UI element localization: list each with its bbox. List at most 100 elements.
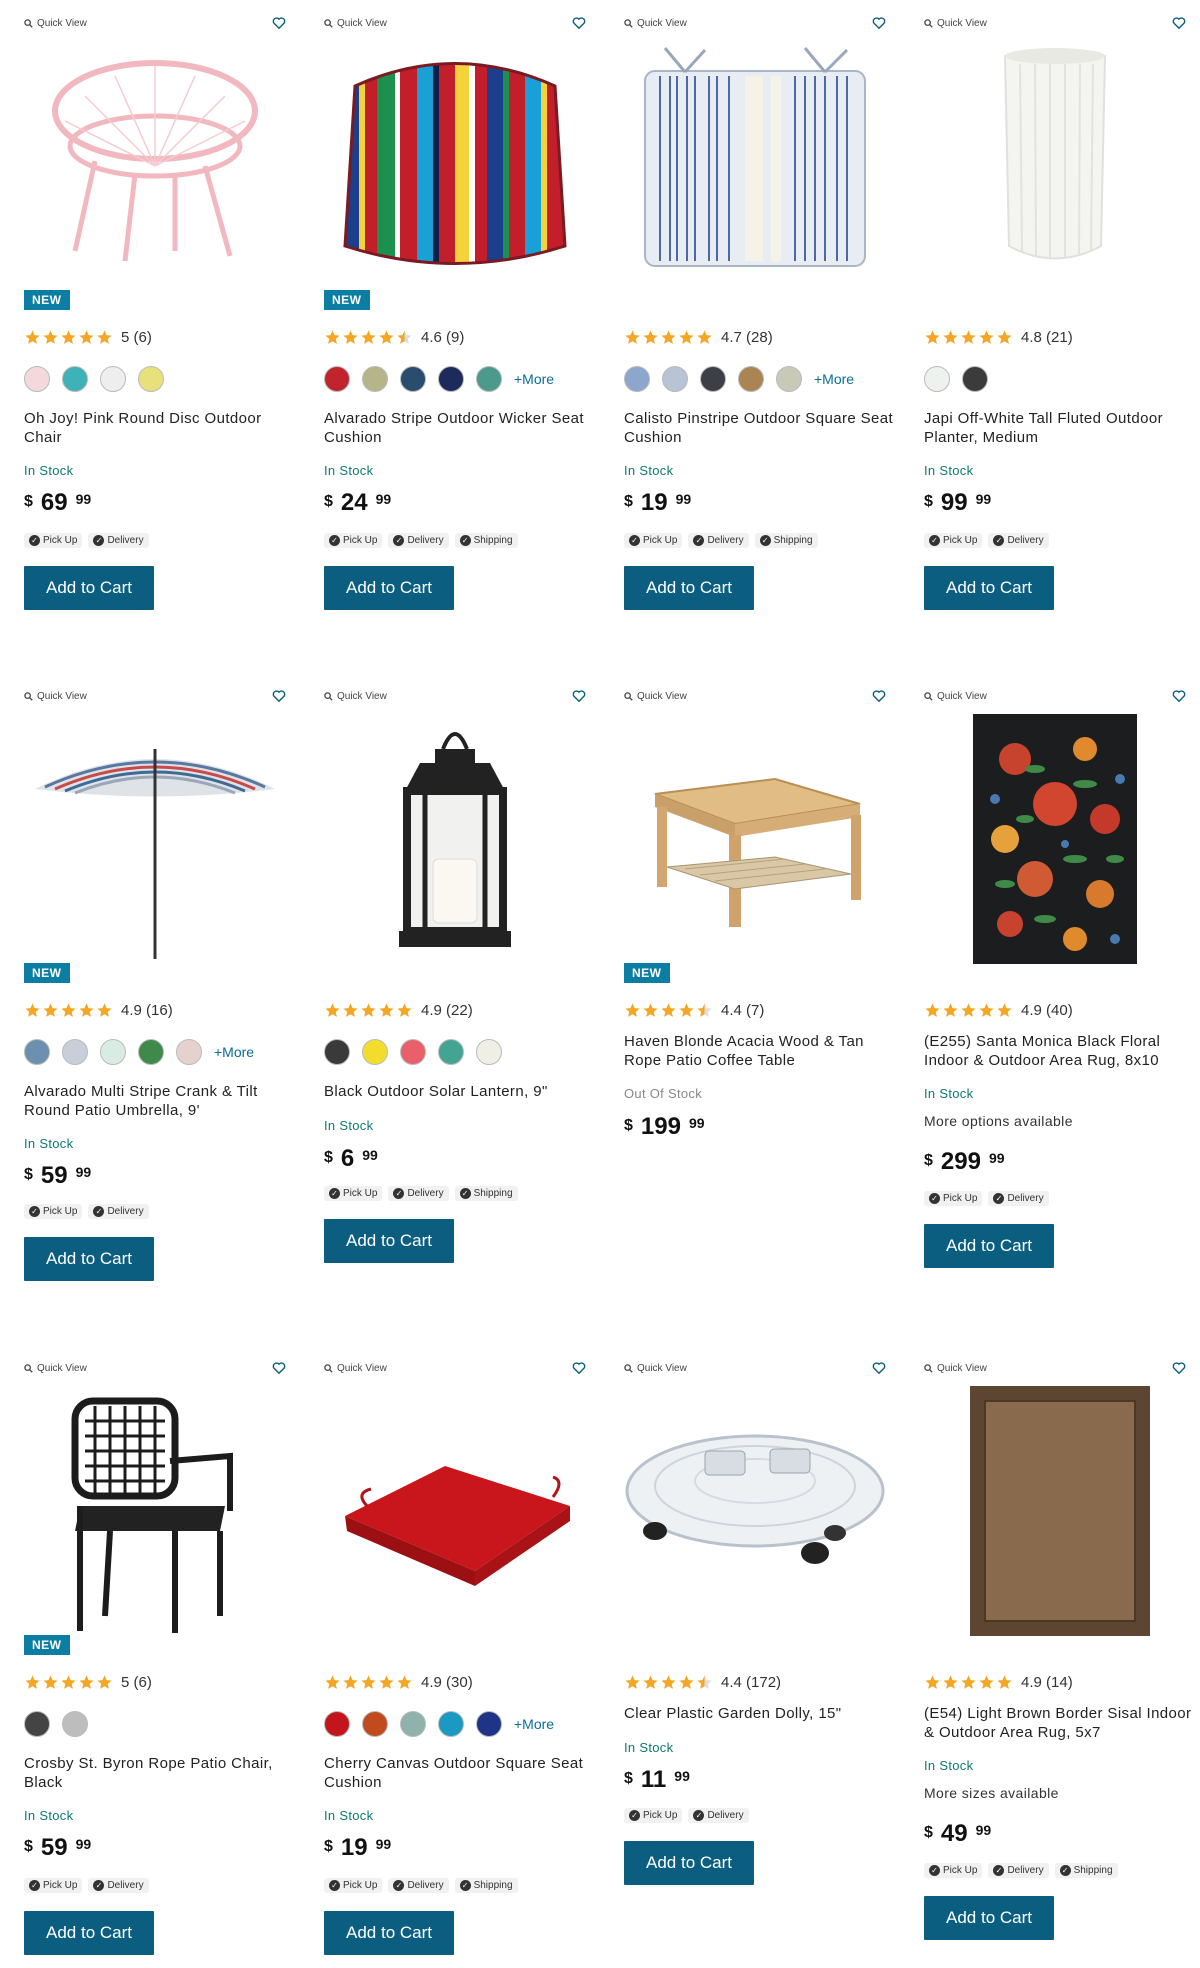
color-swatch[interactable] — [924, 366, 950, 392]
color-swatch[interactable] — [362, 366, 388, 392]
product-card[interactable]: Quick View NEW 4.6 (9) +More Alvarado St… — [300, 0, 600, 660]
color-swatch[interactable] — [24, 1711, 50, 1737]
product-image[interactable] — [24, 709, 286, 969]
heart-icon[interactable] — [872, 16, 886, 30]
product-card[interactable]: Quick View NEW 5 (6) Oh Joy! Pink Round … — [0, 0, 300, 660]
product-image[interactable] — [24, 1381, 286, 1641]
heart-icon[interactable] — [572, 1361, 586, 1375]
color-swatch[interactable] — [176, 1039, 202, 1065]
quick-view-link[interactable]: Quick View — [624, 691, 687, 702]
add-to-cart-button[interactable]: Add to Cart — [24, 1911, 154, 1955]
product-name[interactable]: Haven Blonde Acacia Wood & Tan Rope Pati… — [624, 1032, 896, 1070]
product-name[interactable]: Black Outdoor Solar Lantern, 9" — [324, 1082, 596, 1101]
color-swatch[interactable] — [100, 366, 126, 392]
product-name[interactable]: (E255) Santa Monica Black Floral Indoor … — [924, 1032, 1196, 1070]
quick-view-link[interactable]: Quick View — [924, 691, 987, 702]
quick-view-link[interactable]: Quick View — [624, 1363, 687, 1374]
product-card[interactable]: Quick View NEW 5 (6) Crosby St. Byron Ro… — [0, 1345, 300, 1968]
product-image[interactable] — [324, 709, 586, 969]
product-image[interactable] — [624, 36, 886, 296]
add-to-cart-button[interactable]: Add to Cart — [924, 1896, 1054, 1940]
color-swatch[interactable] — [400, 1039, 426, 1065]
product-card[interactable]: Quick View 4.9 (22) Black Outdoor Solar … — [300, 673, 600, 1333]
color-swatch[interactable] — [962, 366, 988, 392]
add-to-cart-button[interactable]: Add to Cart — [324, 1219, 454, 1263]
color-swatch[interactable] — [362, 1039, 388, 1065]
heart-icon[interactable] — [1172, 1361, 1186, 1375]
product-image[interactable] — [624, 709, 886, 969]
heart-icon[interactable] — [1172, 16, 1186, 30]
heart-icon[interactable] — [572, 16, 586, 30]
color-swatch[interactable] — [138, 366, 164, 392]
color-swatch[interactable] — [400, 1711, 426, 1737]
color-swatch[interactable] — [476, 1039, 502, 1065]
color-swatch[interactable] — [476, 1711, 502, 1737]
product-image[interactable] — [624, 1381, 886, 1641]
heart-icon[interactable] — [872, 689, 886, 703]
color-swatch[interactable] — [24, 366, 50, 392]
product-name[interactable]: Alvarado Stripe Outdoor Wicker Seat Cush… — [324, 409, 596, 447]
color-swatch[interactable] — [324, 366, 350, 392]
product-card[interactable]: Quick View 4.9 (30) +More Cherry Canvas … — [300, 1345, 600, 1968]
product-name[interactable]: (E54) Light Brown Border Sisal Indoor & … — [924, 1704, 1196, 1742]
color-swatch[interactable] — [438, 366, 464, 392]
product-name[interactable]: Cherry Canvas Outdoor Square Seat Cushio… — [324, 1754, 596, 1792]
add-to-cart-button[interactable]: Add to Cart — [24, 566, 154, 610]
product-name[interactable]: Clear Plastic Garden Dolly, 15" — [624, 1704, 896, 1723]
quick-view-link[interactable]: Quick View — [324, 1363, 387, 1374]
heart-icon[interactable] — [872, 1361, 886, 1375]
quick-view-link[interactable]: Quick View — [24, 18, 87, 29]
color-swatch[interactable] — [776, 366, 802, 392]
heart-icon[interactable] — [572, 689, 586, 703]
product-card[interactable]: Quick View NEW 4.4 (7) Haven Blonde Acac… — [600, 673, 900, 1333]
heart-icon[interactable] — [272, 689, 286, 703]
color-swatch[interactable] — [738, 366, 764, 392]
add-to-cart-button[interactable]: Add to Cart — [624, 566, 754, 610]
color-swatch[interactable] — [62, 1039, 88, 1065]
color-swatch[interactable] — [438, 1711, 464, 1737]
color-swatch[interactable] — [324, 1711, 350, 1737]
more-swatches-link[interactable]: +More — [814, 371, 854, 387]
product-image[interactable] — [24, 36, 286, 296]
quick-view-link[interactable]: Quick View — [624, 18, 687, 29]
add-to-cart-button[interactable]: Add to Cart — [24, 1237, 154, 1281]
product-card[interactable]: Quick View 4.9 (14) (E54) Light Brown Bo… — [900, 1345, 1200, 1968]
color-swatch[interactable] — [476, 366, 502, 392]
product-image[interactable] — [924, 709, 1186, 969]
color-swatch[interactable] — [100, 1039, 126, 1065]
quick-view-link[interactable]: Quick View — [24, 691, 87, 702]
product-name[interactable]: Alvarado Multi Stripe Crank & Tilt Round… — [24, 1082, 296, 1120]
product-image[interactable] — [324, 1381, 586, 1641]
color-swatch[interactable] — [138, 1039, 164, 1065]
product-image[interactable] — [324, 36, 586, 296]
heart-icon[interactable] — [272, 16, 286, 30]
product-name[interactable]: Japi Off-White Tall Fluted Outdoor Plant… — [924, 409, 1196, 447]
color-swatch[interactable] — [24, 1039, 50, 1065]
more-options-text[interactable]: More options available — [924, 1113, 1073, 1129]
color-swatch[interactable] — [62, 366, 88, 392]
add-to-cart-button[interactable]: Add to Cart — [324, 566, 454, 610]
product-image[interactable] — [924, 1381, 1186, 1641]
product-name[interactable]: Calisto Pinstripe Outdoor Square Seat Cu… — [624, 409, 896, 447]
add-to-cart-button[interactable]: Add to Cart — [624, 1841, 754, 1885]
product-name[interactable]: Oh Joy! Pink Round Disc Outdoor Chair — [24, 409, 296, 447]
more-swatches-link[interactable]: +More — [214, 1044, 254, 1060]
add-to-cart-button[interactable]: Add to Cart — [324, 1911, 454, 1955]
more-swatches-link[interactable]: +More — [514, 1716, 554, 1732]
color-swatch[interactable] — [362, 1711, 388, 1737]
quick-view-link[interactable]: Quick View — [324, 691, 387, 702]
more-sizes-text[interactable]: More sizes available — [924, 1785, 1059, 1801]
quick-view-link[interactable]: Quick View — [324, 18, 387, 29]
quick-view-link[interactable]: Quick View — [924, 18, 987, 29]
product-name[interactable]: Crosby St. Byron Rope Patio Chair, Black — [24, 1754, 296, 1792]
product-card[interactable]: Quick View 4.9 (40) (E255) Santa Monica … — [900, 673, 1200, 1333]
color-swatch[interactable] — [438, 1039, 464, 1065]
product-card[interactable]: Quick View NEW 4.9 (16) +More Alvarado M… — [0, 673, 300, 1333]
color-swatch[interactable] — [324, 1039, 350, 1065]
color-swatch[interactable] — [700, 366, 726, 392]
quick-view-link[interactable]: Quick View — [924, 1363, 987, 1374]
heart-icon[interactable] — [1172, 689, 1186, 703]
color-swatch[interactable] — [400, 366, 426, 392]
color-swatch[interactable] — [62, 1711, 88, 1737]
add-to-cart-button[interactable]: Add to Cart — [924, 566, 1054, 610]
